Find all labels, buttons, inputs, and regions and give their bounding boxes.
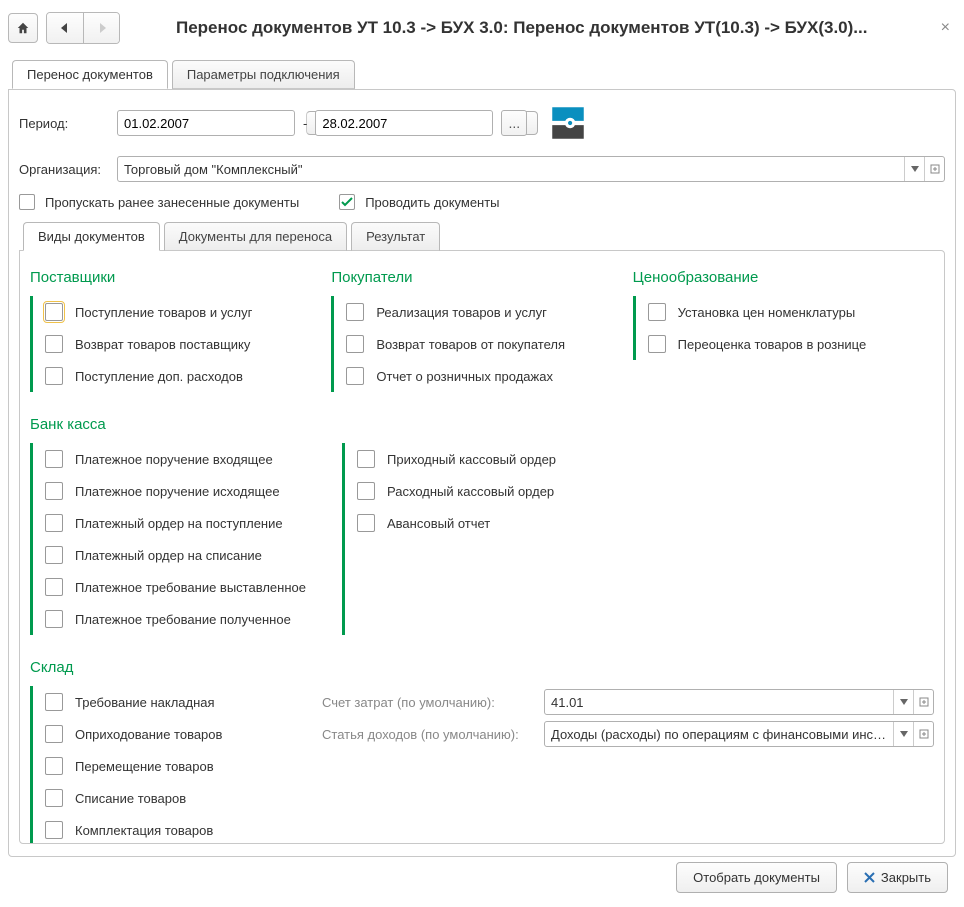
checkbox[interactable] bbox=[45, 482, 63, 500]
income-article-value: Доходы (расходы) по операциям с финансов… bbox=[545, 727, 893, 742]
checkbox[interactable] bbox=[357, 450, 375, 468]
bank-heading: Банк касса bbox=[30, 416, 934, 433]
list-item: Платежный ордер на списание bbox=[75, 548, 262, 563]
list-item: Перемещение товаров bbox=[75, 759, 214, 774]
checkbox[interactable] bbox=[45, 450, 63, 468]
checkbox[interactable] bbox=[357, 514, 375, 532]
list-item: Оприходование товаров bbox=[75, 727, 222, 742]
list-item: Платежное требование полученное bbox=[75, 612, 291, 627]
cost-account-value: 41.01 bbox=[545, 695, 893, 710]
open-icon[interactable] bbox=[913, 690, 933, 714]
list-item: Платежное требование выставленное bbox=[75, 580, 306, 595]
app-logo-icon bbox=[547, 102, 589, 144]
list-item: Поступление доп. расходов bbox=[75, 369, 243, 384]
checkbox[interactable] bbox=[45, 578, 63, 596]
checkbox[interactable] bbox=[346, 303, 364, 321]
period-picker-button[interactable]: ... bbox=[501, 110, 527, 136]
list-item: Отчет о розничных продажах bbox=[376, 369, 553, 384]
income-article-label: Статья доходов (по умолчанию): bbox=[322, 727, 532, 742]
checkbox[interactable] bbox=[45, 725, 63, 743]
checkbox[interactable] bbox=[45, 693, 63, 711]
list-item: Возврат товаров поставщику bbox=[75, 337, 250, 352]
buyers-heading: Покупатели bbox=[331, 269, 620, 286]
checkbox[interactable] bbox=[45, 303, 63, 321]
close-label: Закрыть bbox=[881, 870, 931, 885]
post-label: Проводить документы bbox=[365, 195, 499, 210]
close-button[interactable]: Закрыть bbox=[847, 862, 948, 893]
checkbox[interactable] bbox=[648, 335, 666, 353]
checkbox[interactable] bbox=[45, 514, 63, 532]
checkbox[interactable] bbox=[45, 610, 63, 628]
checkbox[interactable] bbox=[648, 303, 666, 321]
dropdown-icon[interactable] bbox=[893, 690, 913, 714]
organization-open-icon[interactable] bbox=[924, 157, 944, 181]
tab-result[interactable]: Результат bbox=[351, 222, 440, 251]
organization-value: Торговый дом "Комплексный" bbox=[118, 162, 904, 177]
period-from-field[interactable] bbox=[118, 111, 306, 135]
checkbox[interactable] bbox=[45, 335, 63, 353]
checkbox[interactable] bbox=[357, 482, 375, 500]
forward-button bbox=[83, 13, 119, 43]
period-to-field[interactable] bbox=[316, 111, 504, 135]
checkbox[interactable] bbox=[346, 335, 364, 353]
list-item: Платежное поручение входящее bbox=[75, 452, 273, 467]
list-item: Приходный кассовый ордер bbox=[387, 452, 556, 467]
list-item: Платежное поручение исходящее bbox=[75, 484, 280, 499]
organization-select[interactable]: Торговый дом "Комплексный" bbox=[117, 156, 945, 182]
suppliers-heading: Поставщики bbox=[30, 269, 319, 286]
tab-transfer-documents[interactable]: Перенос документов bbox=[12, 60, 168, 89]
checkbox[interactable] bbox=[45, 367, 63, 385]
document-types-pane: Поставщики Поступление товаров и услуг В… bbox=[19, 250, 945, 844]
select-documents-button[interactable]: Отобрать документы bbox=[676, 862, 837, 893]
list-item: Поступление товаров и услуг bbox=[75, 305, 252, 320]
period-to-input[interactable] bbox=[315, 110, 493, 136]
period-from-input[interactable] bbox=[117, 110, 295, 136]
list-item: Авансовый отчет bbox=[387, 516, 490, 531]
dropdown-icon[interactable] bbox=[893, 722, 913, 746]
back-button[interactable] bbox=[47, 13, 83, 43]
period-dash: - bbox=[303, 116, 307, 131]
list-item: Требование накладная bbox=[75, 695, 215, 710]
pricing-heading: Ценообразование bbox=[633, 269, 922, 286]
open-icon[interactable] bbox=[913, 722, 933, 746]
skip-previously-imported-checkbox[interactable]: Пропускать ранее занесенные документы bbox=[19, 194, 299, 210]
close-icon[interactable]: × bbox=[935, 19, 956, 37]
skip-label: Пропускать ранее занесенные документы bbox=[45, 195, 299, 210]
list-item: Переоценка товаров в рознице bbox=[678, 337, 867, 352]
list-item: Платежный ордер на поступление bbox=[75, 516, 283, 531]
main-panel: Период: - ... Орг bbox=[8, 89, 956, 857]
cost-account-label: Счет затрат (по умолчанию): bbox=[322, 695, 532, 710]
checkbox[interactable] bbox=[346, 367, 364, 385]
list-item: Возврат товаров от покупателя bbox=[376, 337, 565, 352]
window-title: Перенос документов УТ 10.3 -> БУХ 3.0: П… bbox=[176, 18, 927, 38]
post-documents-checkbox[interactable]: Проводить документы bbox=[339, 194, 499, 210]
stock-heading: Склад bbox=[30, 659, 934, 676]
checkbox[interactable] bbox=[45, 546, 63, 564]
close-icon bbox=[864, 872, 875, 883]
list-item: Комплектация товаров bbox=[75, 823, 213, 838]
checkbox[interactable] bbox=[45, 789, 63, 807]
tab-documents-to-transfer[interactable]: Документы для переноса bbox=[164, 222, 347, 251]
organization-dropdown-icon[interactable] bbox=[904, 157, 924, 181]
list-item: Установка цен номенклатуры bbox=[678, 305, 856, 320]
income-article-select[interactable]: Доходы (расходы) по операциям с финансов… bbox=[544, 721, 934, 747]
tab-connection-params[interactable]: Параметры подключения bbox=[172, 60, 355, 89]
checkbox[interactable] bbox=[45, 821, 63, 839]
list-item: Списание товаров bbox=[75, 791, 186, 806]
tab-document-types[interactable]: Виды документов bbox=[23, 222, 160, 251]
home-button[interactable] bbox=[8, 13, 38, 43]
cost-account-select[interactable]: 41.01 bbox=[544, 689, 934, 715]
list-item: Реализация товаров и услуг bbox=[376, 305, 547, 320]
list-item: Расходный кассовый ордер bbox=[387, 484, 554, 499]
select-documents-label: Отобрать документы bbox=[693, 870, 820, 885]
org-label: Организация: bbox=[19, 162, 109, 177]
checkbox[interactable] bbox=[45, 757, 63, 775]
period-label: Период: bbox=[19, 116, 109, 131]
